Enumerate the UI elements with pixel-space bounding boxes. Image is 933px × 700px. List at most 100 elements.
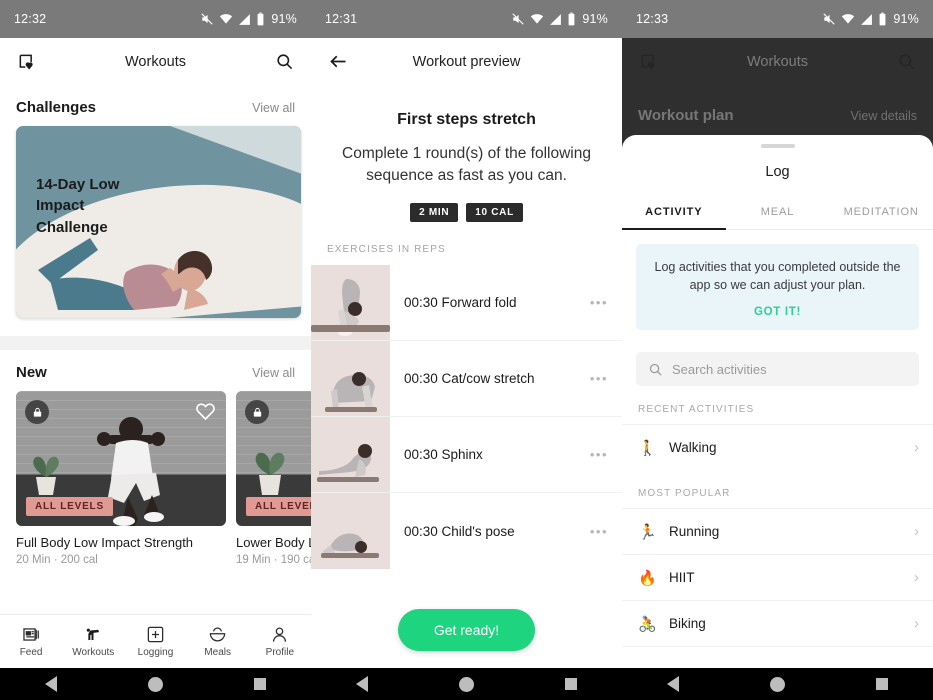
workout-card[interactable]: ALL LEVELS Full Body Low Impact Strength…	[16, 391, 226, 566]
workout-card-meta: 20 Min · 200 cal	[16, 554, 98, 566]
chevron-right-icon: ›	[914, 615, 919, 633]
exercise-thumbnail	[311, 265, 390, 340]
screen-log-activity: 12:33 91% Workouts Workout plan View det…	[622, 0, 933, 700]
system-home-button[interactable]	[458, 676, 474, 692]
get-ready-button[interactable]: Get ready!	[397, 609, 536, 651]
nav-item-meals[interactable]: Meals	[189, 625, 247, 658]
challenge-carousel[interactable]: 14-Day Low Impact Challenge	[0, 126, 311, 318]
exercise-name: 00:30 Sphinx	[404, 447, 483, 462]
lock-icon	[25, 400, 49, 424]
system-recents-button[interactable]	[564, 678, 577, 690]
tab-activity[interactable]: ACTIVITY	[622, 196, 726, 230]
exercise-row[interactable]: 00:30 Cat/cow stretch •••	[311, 341, 622, 417]
exercise-overflow-menu-icon[interactable]: •••	[590, 371, 608, 386]
exercises-section-header: EXERCISES IN REPS	[327, 244, 446, 255]
search-activities-box[interactable]: Search activities	[636, 352, 919, 387]
nav-item-workouts[interactable]: Workouts	[64, 625, 122, 658]
system-recents-button[interactable]	[875, 678, 888, 690]
new-view-all-link[interactable]: View all	[252, 366, 295, 380]
got-it-button[interactable]: GOT IT!	[652, 306, 903, 318]
system-home-button[interactable]	[769, 676, 785, 692]
page-title: Workout preview	[412, 53, 521, 70]
exercise-overflow-menu-icon[interactable]: •••	[590, 447, 608, 462]
tab-meditation[interactable]: MEDITATION	[829, 196, 933, 229]
system-home-button[interactable]	[147, 676, 163, 692]
chevron-right-icon: ›	[914, 569, 919, 587]
nav-label: Logging	[137, 647, 174, 658]
saved-heart-icon[interactable]	[14, 49, 40, 75]
workout-description: Complete 1 round(s) of the following seq…	[342, 145, 591, 184]
android-system-navbar	[0, 668, 311, 700]
signal-icon	[550, 13, 562, 25]
workout-card-name: Lower Body Lo	[236, 535, 311, 550]
tab-meal[interactable]: MEAL	[726, 196, 830, 229]
saved-heart-icon	[636, 49, 662, 75]
system-back-button[interactable]	[45, 676, 58, 692]
running-icon: 🏃	[638, 523, 657, 541]
challenge-card-14-day-low-impact[interactable]: 14-Day Low Impact Challenge	[16, 126, 301, 318]
workout-title: First steps stretch	[397, 111, 536, 128]
activity-row-running[interactable]: 🏃 Running ›	[622, 508, 933, 554]
new-workouts-carousel[interactable]: ALL LEVELS Full Body Low Impact Strength…	[0, 391, 311, 566]
cta-footer: Get ready!	[311, 592, 622, 668]
search-icon	[649, 363, 662, 376]
challenge-title-line-3: Challenge	[36, 218, 108, 236]
activity-row-partial[interactable]	[622, 646, 933, 660]
level-badge: ALL LEVELS	[26, 497, 113, 516]
exercise-row[interactable]: 00:30 Child's pose •••	[311, 493, 622, 569]
search-icon	[893, 49, 919, 75]
section-header-challenges: Challenges View all	[0, 85, 311, 126]
chip-duration: 2 MIN	[410, 203, 459, 222]
activity-row-hiit[interactable]: 🔥 HIIT ›	[622, 554, 933, 600]
exercise-row[interactable]: 00:30 Sphinx •••	[311, 417, 622, 493]
system-back-button[interactable]	[667, 676, 680, 692]
search-icon[interactable]	[271, 49, 297, 75]
challenge-title-line-1: 14-Day Low	[36, 176, 120, 193]
signal-icon	[861, 13, 873, 25]
battery-percent: 91%	[893, 12, 919, 26]
dimmed-app-bar: Workouts	[622, 38, 933, 85]
workout-stat-chips: 2 MIN 10 CAL	[311, 203, 622, 222]
system-recents-button[interactable]	[253, 678, 266, 690]
activity-name: Walking	[669, 440, 717, 456]
arrow-left-icon[interactable]	[325, 49, 351, 75]
activity-name: HIIT	[669, 570, 695, 586]
screen-workouts: 12:32 91% Workouts Challenges View all 1…	[0, 0, 311, 700]
exercise-overflow-menu-icon[interactable]: •••	[590, 524, 608, 539]
app-bar-workouts: Workouts	[0, 38, 311, 85]
activity-name: Biking	[669, 616, 706, 632]
status-bar-3: 12:33 91%	[622, 0, 933, 38]
exercise-thumbnail	[311, 341, 390, 416]
dimmed-section-link: View details	[850, 109, 917, 123]
system-back-button[interactable]	[356, 676, 369, 692]
mute-icon	[512, 13, 525, 25]
nav-item-logging[interactable]: Logging	[126, 625, 184, 658]
workout-card-meta: 19 Min · 190 cal	[236, 554, 311, 566]
favorite-heart-icon[interactable]	[195, 401, 216, 427]
pose-childs-pose	[311, 493, 390, 569]
activity-row-biking[interactable]: 🚴 Biking ›	[622, 600, 933, 646]
sheet-drag-handle[interactable]	[760, 144, 795, 148]
wifi-icon	[220, 14, 233, 24]
feed-icon	[22, 628, 39, 641]
dimmed-page-title: Workouts	[747, 53, 808, 70]
nav-item-profile[interactable]: Profile	[251, 625, 309, 658]
group-header-most-popular: MOST POPULAR	[638, 488, 731, 500]
log-tabs: ACTIVITY MEAL MEDITATION	[622, 196, 933, 230]
exercise-row[interactable]: 00:30 Forward fold •••	[311, 265, 622, 341]
page-title: Workouts	[125, 53, 186, 70]
android-system-navbar	[622, 668, 933, 700]
exercise-overflow-menu-icon[interactable]: •••	[590, 295, 608, 310]
activity-row-walking[interactable]: 🚶 Walking ›	[622, 424, 933, 470]
mute-icon	[823, 13, 836, 25]
chevron-right-icon: ›	[914, 523, 919, 541]
nav-item-feed[interactable]: Feed	[2, 625, 60, 658]
exercise-thumbnail	[311, 493, 390, 569]
status-time: 12:33	[636, 12, 669, 26]
meals-bowl-icon	[209, 627, 226, 642]
workout-card[interactable]: ALL LEVELS Lower Body Lo 19 Min · 190 ca…	[236, 391, 311, 566]
lock-icon	[245, 400, 269, 424]
exercise-name: 00:30 Cat/cow stretch	[404, 371, 535, 386]
battery-icon	[568, 12, 575, 26]
challenges-view-all-link[interactable]: View all	[252, 101, 295, 115]
